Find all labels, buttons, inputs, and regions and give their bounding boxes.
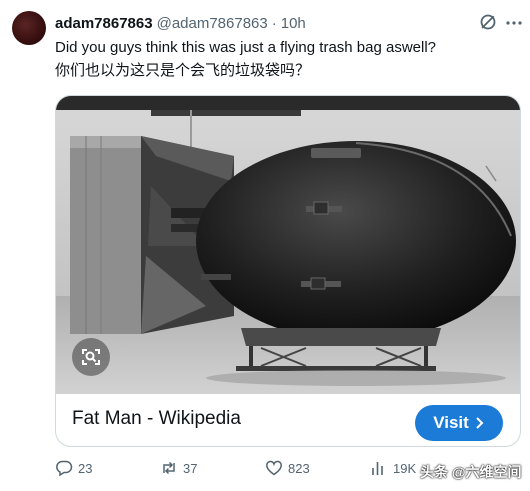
image-search-button[interactable] <box>72 338 110 376</box>
more-icon[interactable] <box>504 13 524 33</box>
watermark: 头条 @六维空间 <box>420 464 522 480</box>
tweet-text-line-english: Did you guys think this was just a flyin… <box>55 39 437 56</box>
visit-button[interactable]: Visit <box>415 405 503 441</box>
display-name[interactable]: adam7867863 <box>55 15 153 32</box>
timestamp[interactable]: 10h <box>281 15 306 32</box>
card-footer[interactable]: Fat Man - Wikipedia Visit <box>56 394 520 446</box>
avatar[interactable] <box>12 11 46 45</box>
like-count: 823 <box>288 460 310 476</box>
tweet-header: adam7867863 @adam7867863 · 10h <box>55 13 306 33</box>
repost-icon <box>163 461 175 475</box>
views-button[interactable]: 19K <box>370 458 416 478</box>
image-search-icon <box>82 349 100 365</box>
tweet-text: Did you guys think this was just a flyin… <box>55 36 525 82</box>
views-icon <box>372 462 383 475</box>
reply-icon <box>56 460 73 477</box>
chevron-right-icon <box>476 417 484 429</box>
link-card[interactable]: Fat Man - Wikipedia Visit <box>55 95 521 447</box>
like-button[interactable]: 823 <box>265 458 310 478</box>
visit-label: Visit <box>433 413 469 432</box>
separator-dot: · <box>271 14 277 32</box>
repost-count: 37 <box>183 460 198 476</box>
reply-count: 23 <box>78 460 93 476</box>
like-icon <box>266 460 282 476</box>
repost-button[interactable]: 37 <box>160 458 197 478</box>
tweet-text-line-chinese: 你们也以为这只是个会飞的垃圾袋吗？ <box>55 62 311 79</box>
card-image[interactable] <box>56 96 520 394</box>
card-title[interactable]: Fat Man - Wikipedia <box>72 408 241 430</box>
user-handle[interactable]: @adam7867863 <box>157 15 268 32</box>
grok-icon[interactable] <box>478 12 498 32</box>
reply-button[interactable]: 23 <box>55 458 92 478</box>
views-count: 19K <box>393 460 417 476</box>
